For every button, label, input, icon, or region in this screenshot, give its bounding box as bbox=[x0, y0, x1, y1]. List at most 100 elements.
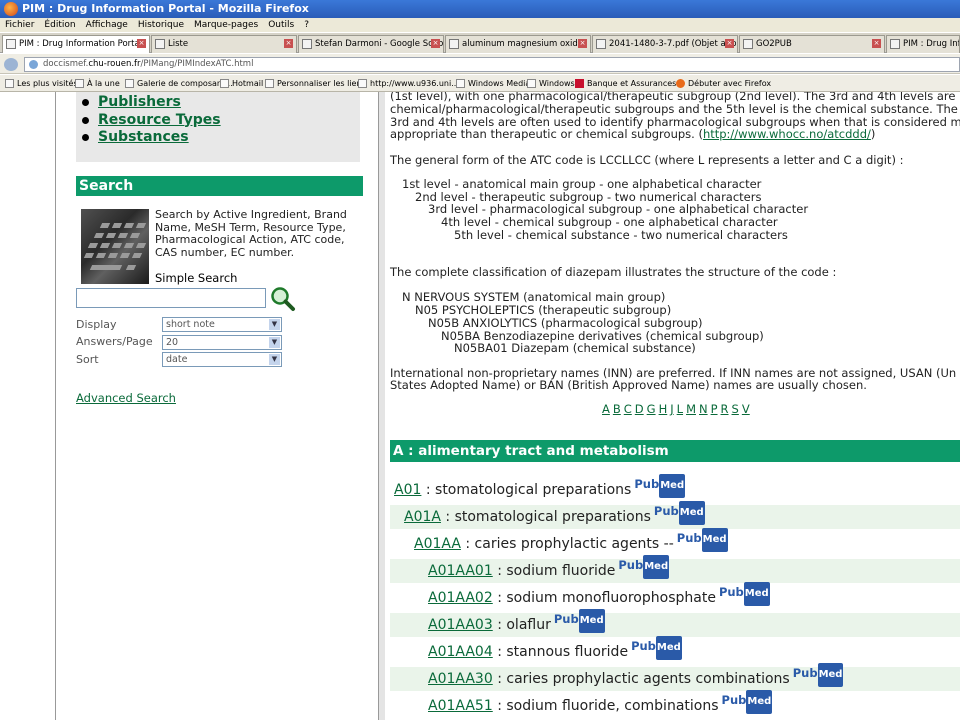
url-input[interactable]: doccismef.chu-rouen.fr/PIMang/PIMIndexAT… bbox=[24, 57, 960, 72]
level-line: 4th level - chemical subgroup - one alph… bbox=[441, 215, 778, 229]
pubmed-button[interactable]: PubMed bbox=[654, 499, 705, 525]
site-identity-icon bbox=[29, 60, 38, 69]
window-titlebar: PIM : Drug Information Portal - Mozilla … bbox=[0, 0, 960, 18]
bookmark-item[interactable]: Personnaliser les liens bbox=[265, 75, 366, 91]
bookmark-item[interactable]: Banque et Assurances... bbox=[575, 75, 684, 91]
alpha-link[interactable]: J bbox=[670, 402, 673, 416]
close-tab-icon[interactable]: × bbox=[431, 39, 440, 48]
display-select[interactable]: short note ▼ bbox=[162, 317, 282, 332]
level-line: 3rd level - pharmacological subgroup - o… bbox=[428, 202, 809, 216]
sidebar-scrollbar[interactable] bbox=[379, 92, 385, 720]
tab-google-scholar[interactable]: Stefan Darmoni - Google Scholar ...× bbox=[298, 35, 444, 53]
atc-code-link[interactable]: A01AA30 bbox=[428, 671, 493, 687]
pubmed-button[interactable]: PubMed bbox=[618, 553, 670, 579]
menu-marque-pages[interactable]: Marque-pages bbox=[189, 18, 263, 32]
tab-pdf[interactable]: 2041-1480-3-7.pdf (Objet applic...× bbox=[592, 35, 738, 53]
pubmed-button[interactable]: PubMed bbox=[793, 661, 844, 687]
bookmark-item[interactable]: À la une bbox=[75, 75, 120, 91]
atc-code-link[interactable]: A01AA51 bbox=[428, 698, 493, 714]
bookmark-item[interactable]: Windows Media bbox=[456, 75, 530, 91]
menu-help[interactable]: ? bbox=[299, 18, 314, 32]
menu-affichage[interactable]: Affichage bbox=[81, 18, 133, 32]
menu-fichier[interactable]: Fichier bbox=[0, 18, 39, 32]
alpha-link[interactable]: B bbox=[613, 402, 621, 416]
alpha-link[interactable]: S bbox=[732, 402, 739, 416]
atc-code-link[interactable]: A01A bbox=[404, 509, 441, 525]
atc-row: A01AA04 : stannous fluoride PubMed bbox=[390, 636, 960, 664]
tab-pim-2[interactable]: PIM : Drug Inform bbox=[886, 35, 960, 53]
who-atc-link[interactable]: http://www.whocc.no/atcddd/ bbox=[703, 127, 871, 141]
alpha-link[interactable]: A bbox=[602, 402, 610, 416]
back-button[interactable] bbox=[4, 58, 18, 71]
menu-historique[interactable]: Historique bbox=[133, 18, 189, 32]
nav-item-publishers[interactable]: Publishers bbox=[82, 94, 360, 112]
nav-link-resource-types[interactable]: Resource Types bbox=[98, 112, 221, 128]
alpha-link[interactable]: H bbox=[659, 402, 668, 416]
menu-edition[interactable]: Édition bbox=[39, 18, 80, 32]
alpha-link[interactable]: C bbox=[624, 402, 632, 416]
general-form-text: The general form of the ATC code is LCCL… bbox=[390, 153, 904, 167]
menu-outils[interactable]: Outils bbox=[263, 18, 299, 32]
menu-bar: Fichier Édition Affichage Historique Marque-… bbox=[0, 18, 960, 32]
navigation-bar: doccismef.chu-rouen.fr/PIMang/PIMIndexAT… bbox=[0, 54, 960, 74]
bookmark-item[interactable]: Hotmail bbox=[220, 75, 263, 91]
pubmed-button[interactable]: PubMed bbox=[554, 607, 605, 633]
alpha-link[interactable]: V bbox=[742, 402, 750, 416]
close-tab-icon[interactable]: × bbox=[725, 39, 734, 48]
bookmark-item[interactable]: Débuter avec Firefox bbox=[676, 75, 771, 91]
close-tab-icon[interactable]: × bbox=[137, 39, 146, 48]
magnifier-search-icon[interactable] bbox=[270, 286, 296, 312]
pubmed-button[interactable]: PubMed bbox=[719, 580, 770, 606]
simple-search-input[interactable] bbox=[76, 288, 266, 308]
nav-link-publishers[interactable]: Publishers bbox=[98, 94, 181, 110]
atc-code-link[interactable]: A01AA04 bbox=[428, 644, 493, 660]
page-icon bbox=[6, 39, 16, 49]
alpha-link[interactable]: P bbox=[711, 402, 718, 416]
tab-go2pub[interactable]: GO2PUB × bbox=[739, 35, 885, 53]
sort-select[interactable]: date ▼ bbox=[162, 352, 282, 367]
page-icon bbox=[743, 39, 753, 49]
alpha-link[interactable]: N bbox=[699, 402, 708, 416]
bookmark-icon bbox=[220, 79, 229, 88]
chevron-down-icon: ▼ bbox=[269, 319, 280, 330]
page-viewport: Publishers Resource Types Substances Sea… bbox=[0, 92, 960, 720]
atc-code-link[interactable]: A01AA02 bbox=[428, 590, 493, 606]
pubmed-button[interactable]: PubMed bbox=[634, 472, 686, 498]
tab-pim[interactable]: PIM : Drug Information Portal × bbox=[2, 35, 150, 53]
simple-search-label: Simple Search bbox=[155, 271, 238, 285]
sort-label: Sort bbox=[76, 353, 99, 366]
alpha-link[interactable]: L bbox=[677, 402, 683, 416]
atc-code-link[interactable]: A01 bbox=[394, 482, 421, 498]
page-icon bbox=[890, 39, 900, 49]
tab-strip: PIM : Drug Information Portal × Liste × St… bbox=[0, 33, 960, 53]
nav-link-substances[interactable]: Substances bbox=[98, 129, 189, 145]
bookmark-item[interactable]: Galerie de composant... bbox=[125, 75, 233, 91]
bookmark-item[interactable]: Windows bbox=[527, 75, 575, 91]
pubmed-button[interactable]: PubMed bbox=[722, 688, 773, 714]
tab-liste[interactable]: Liste × bbox=[151, 35, 297, 53]
atc-row: A01AA01 : sodium fluoride PubMed bbox=[390, 555, 960, 583]
bookmark-item[interactable]: Les plus visités bbox=[5, 75, 78, 91]
close-tab-icon[interactable]: × bbox=[284, 39, 293, 48]
tab-aluminum[interactable]: aluminum magnesium oxide × bbox=[445, 35, 591, 53]
answers-page-select[interactable]: 20 ▼ bbox=[162, 335, 282, 350]
pubmed-button[interactable]: PubMed bbox=[631, 634, 682, 660]
atc-code-link[interactable]: A01AA bbox=[414, 536, 461, 552]
close-tab-icon[interactable]: × bbox=[578, 39, 587, 48]
alpha-link[interactable]: R bbox=[721, 402, 729, 416]
bookmark-item[interactable]: http://www.u936.uni... bbox=[358, 75, 459, 91]
diazepam-line: N05B ANXIOLYTICS (pharmacological subgro… bbox=[428, 316, 703, 330]
nav-item-resource-types[interactable]: Resource Types bbox=[82, 112, 360, 130]
pubmed-button[interactable]: PubMed bbox=[677, 526, 728, 552]
diazepam-line: N05 PSYCHOLEPTICS (therapeutic subgroup) bbox=[415, 303, 672, 317]
close-tab-icon[interactable]: × bbox=[872, 39, 881, 48]
atc-code-link[interactable]: A01AA03 bbox=[428, 617, 493, 633]
nav-item-substances[interactable]: Substances bbox=[82, 129, 360, 147]
alpha-link[interactable]: G bbox=[647, 402, 656, 416]
level-line: 1st level - anatomical main group - one … bbox=[402, 177, 762, 191]
firefox-icon bbox=[676, 79, 685, 88]
advanced-search-link[interactable]: Advanced Search bbox=[76, 391, 176, 405]
alpha-link[interactable]: D bbox=[635, 402, 644, 416]
alpha-link[interactable]: M bbox=[686, 402, 696, 416]
atc-code-link[interactable]: A01AA01 bbox=[428, 563, 493, 579]
